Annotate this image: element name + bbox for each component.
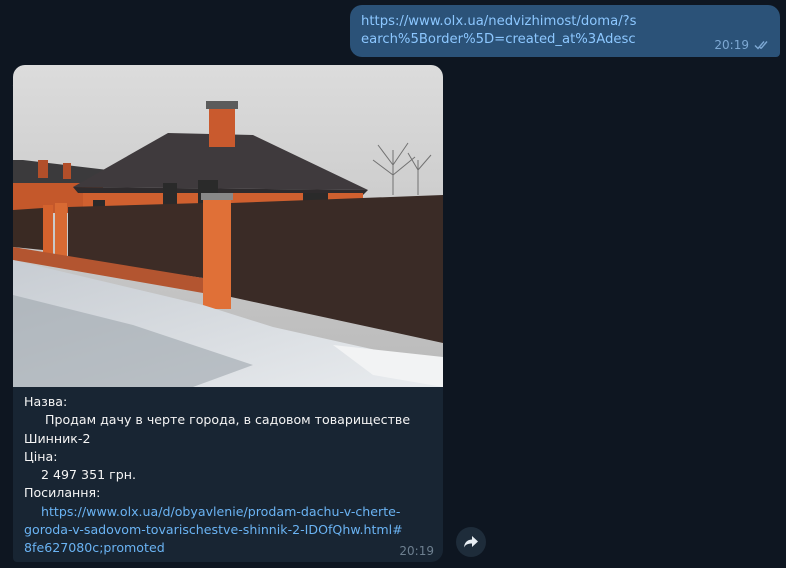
outgoing-meta: 20:19 — [714, 38, 772, 52]
name-label: Назва: — [24, 394, 68, 409]
price-value: 2 497 351 грн. — [41, 467, 136, 483]
listing-link-wrap: https://www.olx.ua/d/obyavlenie/prodam-d… — [24, 503, 404, 558]
share-arrow-icon — [464, 536, 478, 548]
name-value: Продам дачу в черте города, в садовом то… — [24, 412, 411, 446]
house-photo[interactable] — [13, 65, 443, 387]
outgoing-link[interactable]: https://www.olx.ua/nedvizhimost/doma/?se… — [361, 13, 641, 49]
double-check-icon — [754, 41, 768, 50]
link-label: Посилання: — [24, 485, 101, 501]
incoming-message-bubble[interactable]: Назва: Продам дачу в черте города, в сад… — [13, 65, 443, 562]
outgoing-time: 20:19 — [714, 38, 749, 52]
price-label: Ціна: — [24, 448, 58, 464]
share-button[interactable] — [456, 527, 486, 557]
listing-link[interactable]: https://www.olx.ua/d/obyavlenie/prodam-d… — [24, 504, 403, 556]
outgoing-message-bubble[interactable]: https://www.olx.ua/nedvizhimost/doma/?se… — [350, 5, 780, 57]
incoming-time: 20:19 — [399, 544, 434, 558]
caption: Назва: Продам дачу в черте города, в сад… — [24, 393, 434, 558]
